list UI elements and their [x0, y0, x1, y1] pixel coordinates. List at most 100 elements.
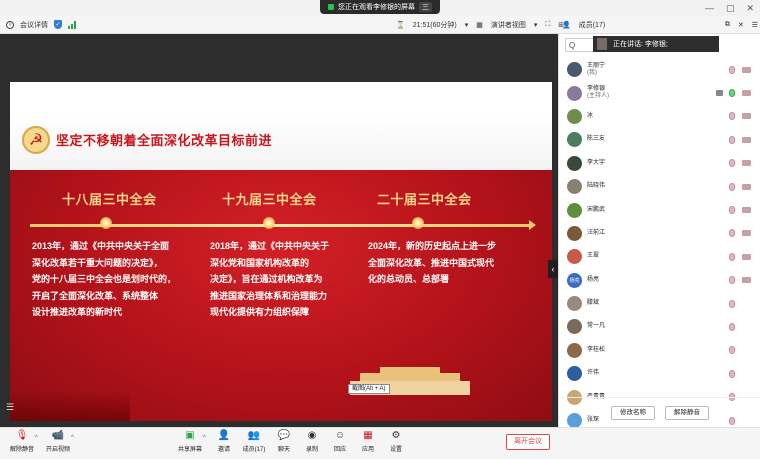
era-heading: 十九届三中全会: [222, 192, 317, 207]
participant-row[interactable]: 李桂松: [559, 339, 760, 362]
participant-row[interactable]: 许伟: [559, 362, 760, 385]
chevron-up-icon[interactable]: ^: [203, 435, 206, 441]
avatar: [567, 132, 582, 148]
mic-icon[interactable]: [729, 322, 735, 331]
signal-icon[interactable]: [68, 20, 76, 29]
camera-off-icon[interactable]: [742, 183, 751, 190]
mic-icon[interactable]: [729, 159, 735, 168]
participant-row[interactable]: 杨亮 杨亮: [559, 269, 760, 292]
participant-role: (主持人): [587, 93, 609, 100]
participant-row[interactable]: 滕斌: [559, 292, 760, 315]
top-toolbar: i 会议详情 ✓ ⌛ 21:51(60分钟) ▾ ▦ 演讲者视图 ▾ ⛶ ⊞ 👤…: [0, 16, 760, 34]
invite-icon: 👤: [217, 430, 231, 441]
banner-text: 您正在观看李修银的屏幕: [338, 4, 415, 11]
chevron-down-icon[interactable]: ▾: [534, 21, 538, 29]
avatar: [567, 296, 582, 312]
restore-button[interactable]: ▢: [726, 3, 735, 14]
participant-row[interactable]: 王丽宁 (我): [559, 58, 760, 81]
speaking-indicator: 正在讲话: 李修银;: [593, 36, 719, 52]
participant-name: 王丽宁 (我): [587, 62, 606, 76]
participant-row[interactable]: 宋鹏武: [559, 198, 760, 221]
screen-share-banner[interactable]: 您正在观看李修银的屏幕 三: [320, 0, 440, 14]
camera-off-icon[interactable]: [742, 207, 751, 214]
invite-button[interactable]: 👤 邀请: [208, 430, 240, 453]
mic-icon[interactable]: [729, 346, 735, 355]
mic-icon[interactable]: [729, 65, 735, 74]
fullscreen-icon[interactable]: ⛶: [545, 21, 550, 29]
participant-name: 李桂松: [587, 346, 606, 353]
participant-row[interactable]: 汪前江: [559, 222, 760, 245]
banner-menu-icon[interactable]: 三: [419, 2, 432, 12]
camera-off-icon[interactable]: [742, 230, 751, 237]
avatar: 杨亮: [567, 272, 582, 288]
mic-icon[interactable]: [729, 252, 735, 261]
close-button[interactable]: ✕: [746, 3, 754, 14]
mic-icon[interactable]: [729, 276, 735, 285]
mic-icon[interactable]: [729, 182, 735, 191]
participant-row[interactable]: 冰: [559, 105, 760, 128]
share-screen-button[interactable]: ▣ 共享屏幕: [174, 430, 206, 453]
avatar: [567, 108, 582, 124]
mic-icon[interactable]: [729, 135, 735, 144]
share-screen-icon: ▣: [185, 430, 195, 441]
view-mode-button[interactable]: 演讲者视图: [491, 20, 526, 30]
mic-icon[interactable]: [729, 89, 735, 98]
share-status-icon: [328, 4, 334, 10]
avatar: [567, 179, 582, 195]
info-icon[interactable]: i: [6, 20, 14, 29]
participant-row[interactable]: 李修银 (主持人): [559, 81, 760, 104]
mic-icon[interactable]: [729, 206, 735, 215]
camera-off-icon[interactable]: [742, 253, 751, 260]
minimize-button[interactable]: —: [705, 3, 714, 13]
participant-row[interactable]: 陆晓伟: [559, 175, 760, 198]
mic-icon[interactable]: [729, 299, 735, 308]
menu-icon[interactable]: ☰: [752, 21, 758, 29]
shared-screen-area: ☭ 坚定不移朝着全面深化改革目标前进 十八届三中全会 十九届三中全会 二十届三中…: [0, 34, 558, 427]
mic-icon[interactable]: [729, 112, 735, 121]
mic-icon[interactable]: [729, 229, 735, 238]
avatar: [567, 85, 582, 101]
camera-off-icon[interactable]: [742, 277, 751, 284]
participant-row[interactable]: 常一凡: [559, 315, 760, 338]
shield-icon[interactable]: ✓: [54, 20, 62, 29]
avatar: [567, 202, 582, 218]
chevron-up-icon[interactable]: ^: [35, 435, 38, 441]
chevron-up-icon[interactable]: ^: [71, 435, 74, 441]
members-panel-title: 成员(17): [578, 21, 606, 29]
participant-row[interactable]: 陈三友: [559, 128, 760, 151]
grid-view-icon: ▦: [476, 21, 483, 29]
members-icon: 👥: [247, 430, 261, 441]
avatar: [567, 225, 582, 241]
participant-name: 许伟: [587, 370, 600, 377]
members-button[interactable]: 👥 成员(17): [238, 430, 270, 453]
participant-name: 陆晓伟: [587, 183, 606, 190]
participant-name: 杨亮: [587, 276, 600, 283]
unmute-button[interactable]: 🎙 解除静音: [6, 430, 38, 453]
meeting-info-button[interactable]: 会议详情: [20, 20, 48, 30]
start-video-button[interactable]: 📹 开启视频: [42, 430, 74, 453]
popout-icon[interactable]: ⧉: [725, 21, 730, 29]
participant-role: (我): [587, 69, 597, 76]
collapse-panel-button[interactable]: ‹: [548, 260, 558, 278]
party-emblem-icon: ☭: [22, 126, 50, 154]
participant-row[interactable]: 王翠: [559, 245, 760, 268]
list-icon[interactable]: ☰: [6, 402, 16, 412]
timeline-node: [412, 217, 424, 229]
participant-row[interactable]: 李大宇: [559, 152, 760, 175]
mic-icon[interactable]: [729, 369, 735, 378]
camera-off-icon[interactable]: [742, 113, 751, 120]
rename-button[interactable]: 修改名称: [611, 405, 655, 420]
close-panel-icon[interactable]: ✕: [738, 21, 744, 29]
unmute-all-button[interactable]: 解除静音: [665, 405, 709, 420]
timeline-node: [100, 217, 112, 229]
camera-off-icon[interactable]: [742, 160, 751, 167]
meeting-timer[interactable]: 21:51(60分钟): [413, 20, 457, 30]
settings-button[interactable]: ⚙ 设置: [380, 430, 412, 453]
camera-off-icon[interactable]: [742, 66, 751, 73]
speaker-avatar: [597, 38, 607, 50]
leave-meeting-button[interactable]: 离开会议: [506, 434, 550, 450]
camera-off-icon[interactable]: [742, 90, 751, 97]
camera-off-icon[interactable]: [742, 136, 751, 143]
avatar: [567, 366, 582, 382]
chevron-down-icon[interactable]: ▾: [465, 21, 469, 29]
